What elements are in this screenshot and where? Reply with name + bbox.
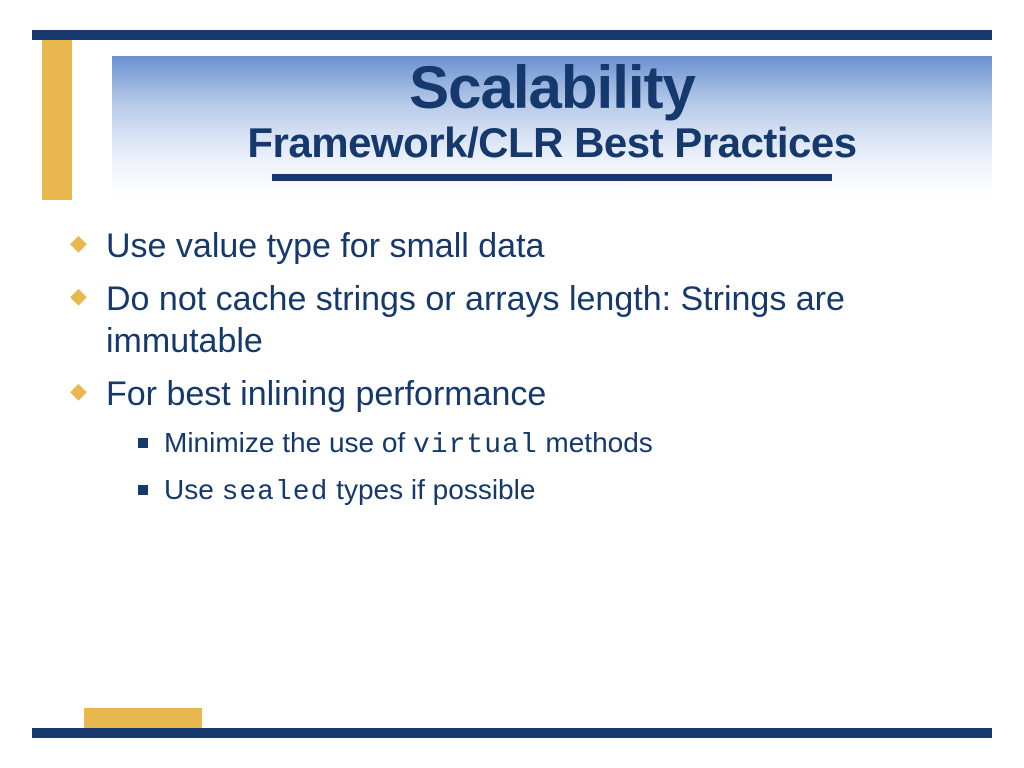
list-item: Use value type for small data bbox=[70, 226, 984, 267]
title-block: Scalability Framework/CLR Best Practices bbox=[112, 56, 992, 195]
sub-bullet-pre: Use bbox=[164, 474, 222, 505]
slide-subtitle: Framework/CLR Best Practices bbox=[112, 122, 992, 164]
body-content: Use value type for small data Do not cac… bbox=[70, 226, 984, 523]
bullet-text: Use value type for small data bbox=[106, 227, 544, 265]
bottom-gold-accent bbox=[84, 708, 202, 728]
list-item: For best inlining performance Minimize t… bbox=[70, 374, 984, 511]
slide: Scalability Framework/CLR Best Practices… bbox=[0, 0, 1024, 768]
sub-bullet-post: types if possible bbox=[328, 474, 535, 505]
slide-title: Scalability bbox=[112, 56, 992, 118]
sub-bullet-list: Minimize the use of virtual methods Use … bbox=[134, 424, 984, 512]
bullet-text: For best inlining performance bbox=[106, 375, 546, 413]
sub-bullet-post: methods bbox=[538, 427, 653, 458]
list-item: Minimize the use of virtual methods bbox=[134, 424, 984, 465]
code-keyword: sealed bbox=[222, 477, 329, 508]
list-item: Use sealed types if possible bbox=[134, 471, 984, 512]
top-rule bbox=[32, 30, 992, 40]
left-gold-accent bbox=[42, 40, 72, 200]
code-keyword: virtual bbox=[413, 430, 538, 461]
sub-bullet-pre: Minimize the use of bbox=[164, 427, 413, 458]
bullet-text: Do not cache strings or arrays length: S… bbox=[106, 280, 845, 359]
bottom-rule bbox=[32, 728, 992, 738]
bullet-list: Use value type for small data Do not cac… bbox=[70, 226, 984, 511]
list-item: Do not cache strings or arrays length: S… bbox=[70, 279, 984, 362]
title-underline bbox=[272, 174, 832, 181]
